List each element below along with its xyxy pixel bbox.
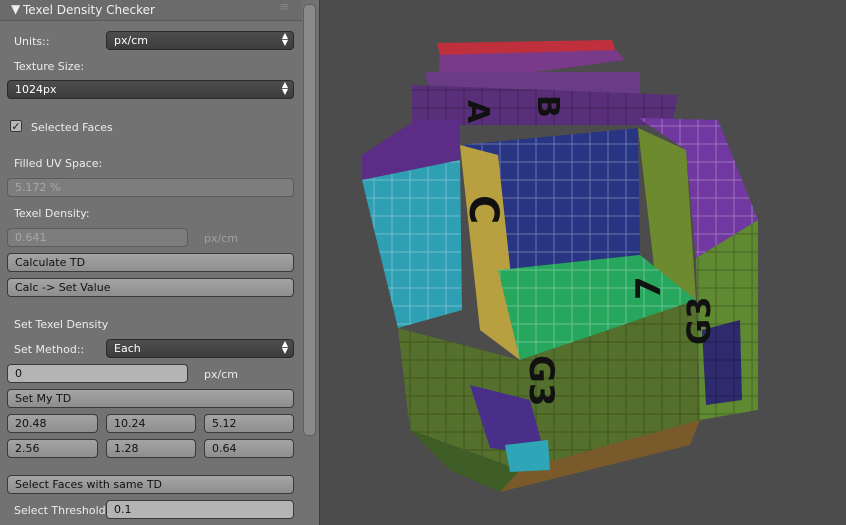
texture-label-b: B (530, 95, 565, 118)
filled-uv-label: Filled UV Space: (14, 157, 103, 170)
set-my-td-button[interactable]: Set My TD (7, 389, 294, 408)
preset-0-64-button[interactable]: 0.64 (204, 439, 294, 458)
set-method-value: Each (114, 342, 141, 355)
preset-5-12-button[interactable]: 5.12 (204, 414, 294, 433)
set-method-dropdown[interactable]: Each ▲ ▼ (106, 339, 294, 358)
texture-label-7: 7 (629, 276, 669, 300)
select-threshold-input[interactable]: 0.1 (106, 500, 294, 519)
preset-1-28-button[interactable]: 1.28 (106, 439, 196, 458)
calc-set-value-button[interactable]: Calc -> Set Value (7, 278, 294, 297)
texture-label-c: C (460, 195, 506, 224)
texture-label-a: A (460, 100, 495, 124)
set-method-label: Set Method:: (14, 343, 85, 356)
texture-label-g3: G3 (521, 355, 561, 407)
panel-title: Texel Density Checker (23, 3, 155, 17)
texture-size-dropdown[interactable]: 1024px ▲ ▼ (7, 80, 294, 99)
preset-2-56-button[interactable]: 2.56 (7, 439, 98, 458)
texture-size-label: Texture Size: (14, 60, 85, 73)
texel-density-unit: px/cm (204, 232, 238, 245)
updown-arrow-icon: ▲ ▼ (281, 339, 288, 355)
selected-faces-checkbox[interactable]: ✓ (10, 120, 22, 132)
updown-arrow-icon: ▲ ▼ (281, 31, 288, 47)
set-value-input[interactable]: 0 (7, 364, 188, 383)
select-faces-same-td-button[interactable]: Select Faces with same TD (7, 475, 294, 494)
select-threshold-label: Select Threshold: (14, 504, 110, 517)
texture-label-g3-right: G3 (680, 296, 718, 345)
drag-handle-icon[interactable]: ⁝⁝⁝⁝ (280, 3, 289, 13)
preset-20-48-button[interactable]: 20.48 (7, 414, 98, 433)
texel-density-field: 0.641 (7, 228, 188, 247)
set-texel-density-label: Set Texel Density (14, 318, 109, 331)
preset-10-24-button[interactable]: 10.24 (106, 414, 196, 433)
calculate-td-button[interactable]: Calculate TD (7, 253, 294, 272)
texture-size-value: 1024px (15, 83, 57, 96)
3d-viewport[interactable]: A B C G3 7 G3 (320, 0, 846, 525)
panel-scrollbar[interactable] (303, 4, 316, 436)
selected-faces-label: Selected Faces (31, 121, 113, 134)
set-value-unit: px/cm (204, 368, 238, 381)
texel-density-panel: ▼ Texel Density Checker ⁝⁝⁝⁝ Units:: px/… (0, 0, 320, 525)
texel-density-label: Texel Density: (14, 207, 90, 220)
updown-arrow-icon: ▲ ▼ (281, 80, 288, 96)
units-value: px/cm (114, 34, 148, 47)
filled-uv-field: 5.172 % (7, 178, 294, 197)
panel-collapse-icon[interactable]: ▼ (11, 2, 20, 16)
units-label: Units:: (14, 35, 50, 48)
units-dropdown[interactable]: px/cm ▲ ▼ (106, 31, 294, 50)
check-icon: ✓ (11, 120, 21, 133)
